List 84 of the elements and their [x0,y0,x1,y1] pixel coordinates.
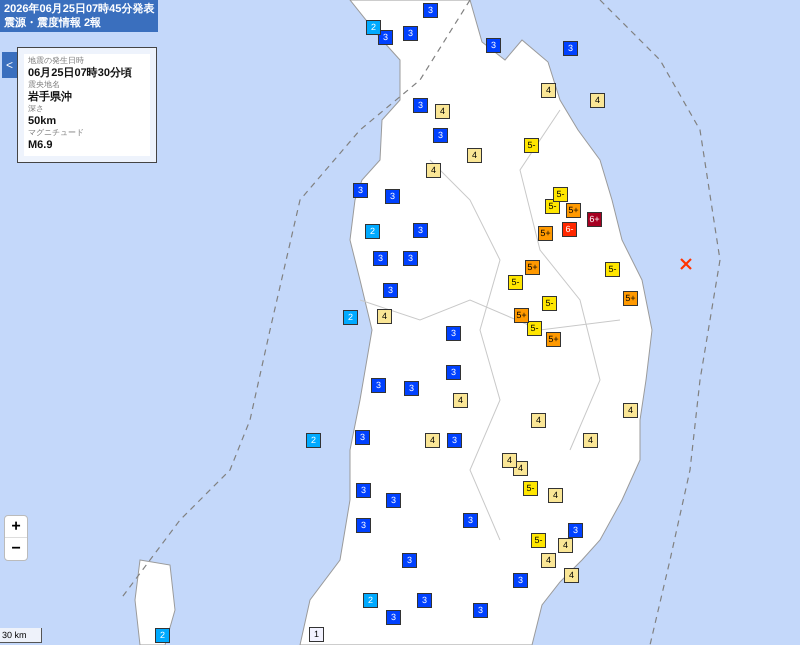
intensity-marker: 4 [558,538,573,553]
intensity-marker: 1 [309,627,324,642]
issued-time: 2026年06月25日07時45分発表 [4,2,154,16]
field-value: 06月25日07時30分頃 [28,66,133,80]
intensity-marker: 4 [541,553,556,568]
intensity-marker: 3 [403,251,418,266]
intensity-marker: 3 [447,433,462,448]
intensity-marker: 4 [425,433,440,448]
intensity-marker: 6- [562,222,577,237]
intensity-marker: 3 [378,30,393,45]
field-label: 地震の発生日時 [28,56,85,66]
intensity-marker: 5+ [546,332,561,347]
intensity-marker: 3 [371,378,386,393]
intensity-marker: 3 [385,189,400,204]
intensity-marker: 3 [446,365,461,380]
intensity-marker: 4 [377,309,392,324]
intensity-marker: 3 [386,610,401,625]
field-value: 岩手県沖 [28,90,73,104]
intensity-marker: 3 [373,251,388,266]
intensity-marker: 3 [486,38,501,53]
intensity-marker: 3 [463,513,478,528]
intensity-marker: 3 [417,593,432,608]
field-label: 深さ [28,104,45,114]
intensity-marker: 5- [508,275,523,290]
intensity-marker: 3 [353,183,368,198]
intensity-marker: 5- [542,296,557,311]
zoom-in-button[interactable]: + [5,516,27,538]
intensity-marker: 5+ [623,291,638,306]
intensity-marker: 3 [356,483,371,498]
report-title: 震源・震度情報 2報 [4,16,102,30]
intensity-marker: 3 [446,326,461,341]
field-value: M6.9 [28,138,54,152]
intensity-marker: 4 [502,453,517,468]
intensity-marker: 4 [453,393,468,408]
intensity-marker: 2 [363,593,378,608]
intensity-marker: 2 [365,224,380,239]
intensity-marker: 3 [413,223,428,238]
intensity-marker: 3 [513,573,528,588]
field-label: 震央地名 [28,80,61,90]
epicenter-cross-icon [679,257,693,271]
intensity-marker: 5- [553,187,568,202]
intensity-marker: 3 [568,523,583,538]
intensity-marker: 2 [306,433,321,448]
intensity-marker: 4 [541,83,556,98]
intensity-marker: 3 [356,518,371,533]
intensity-marker: 5- [545,199,560,214]
intensity-marker: 4 [467,148,482,163]
intensity-marker: 3 [413,98,428,113]
intensity-marker: 4 [531,413,546,428]
intensity-marker: 5+ [566,203,581,218]
scale-bar: 30 km [0,628,42,643]
intensity-marker: 4 [583,433,598,448]
intensity-marker: 4 [435,104,450,119]
intensity-marker: 3 [403,26,418,41]
intensity-marker: 4 [548,488,563,503]
intensity-marker: 4 [623,403,638,418]
intensity-marker: 3 [404,381,419,396]
intensity-marker: 5- [531,533,546,548]
intensity-marker: 3 [473,603,488,618]
intensity-marker: 2 [366,20,381,35]
intensity-marker: 6+ [587,212,602,227]
intensity-marker: 3 [423,3,438,18]
intensity-marker: 3 [355,430,370,445]
intensity-marker: 5- [524,138,539,153]
intensity-marker: 2 [155,628,170,643]
zoom-out-button[interactable]: − [5,538,27,560]
intensity-marker: 2 [343,310,358,325]
intensity-marker: 5- [523,481,538,496]
intensity-marker: 5- [605,262,620,277]
field-label: マグニチュード [28,128,85,138]
field-value: 50km [28,114,58,128]
intensity-marker: 5+ [538,226,553,241]
intensity-marker: 3 [383,283,398,298]
intensity-marker: 5+ [525,260,540,275]
intensity-marker: 5+ [514,308,529,323]
intensity-marker: 3 [563,41,578,56]
intensity-marker: 3 [433,128,448,143]
intensity-marker: 3 [402,553,417,568]
intensity-marker: 3 [386,493,401,508]
intensity-marker: 5- [527,321,542,336]
intensity-marker: 4 [564,568,579,583]
intensity-marker: 4 [426,163,441,178]
panel-toggle-button[interactable]: < [2,52,17,78]
intensity-marker: 4 [590,93,605,108]
